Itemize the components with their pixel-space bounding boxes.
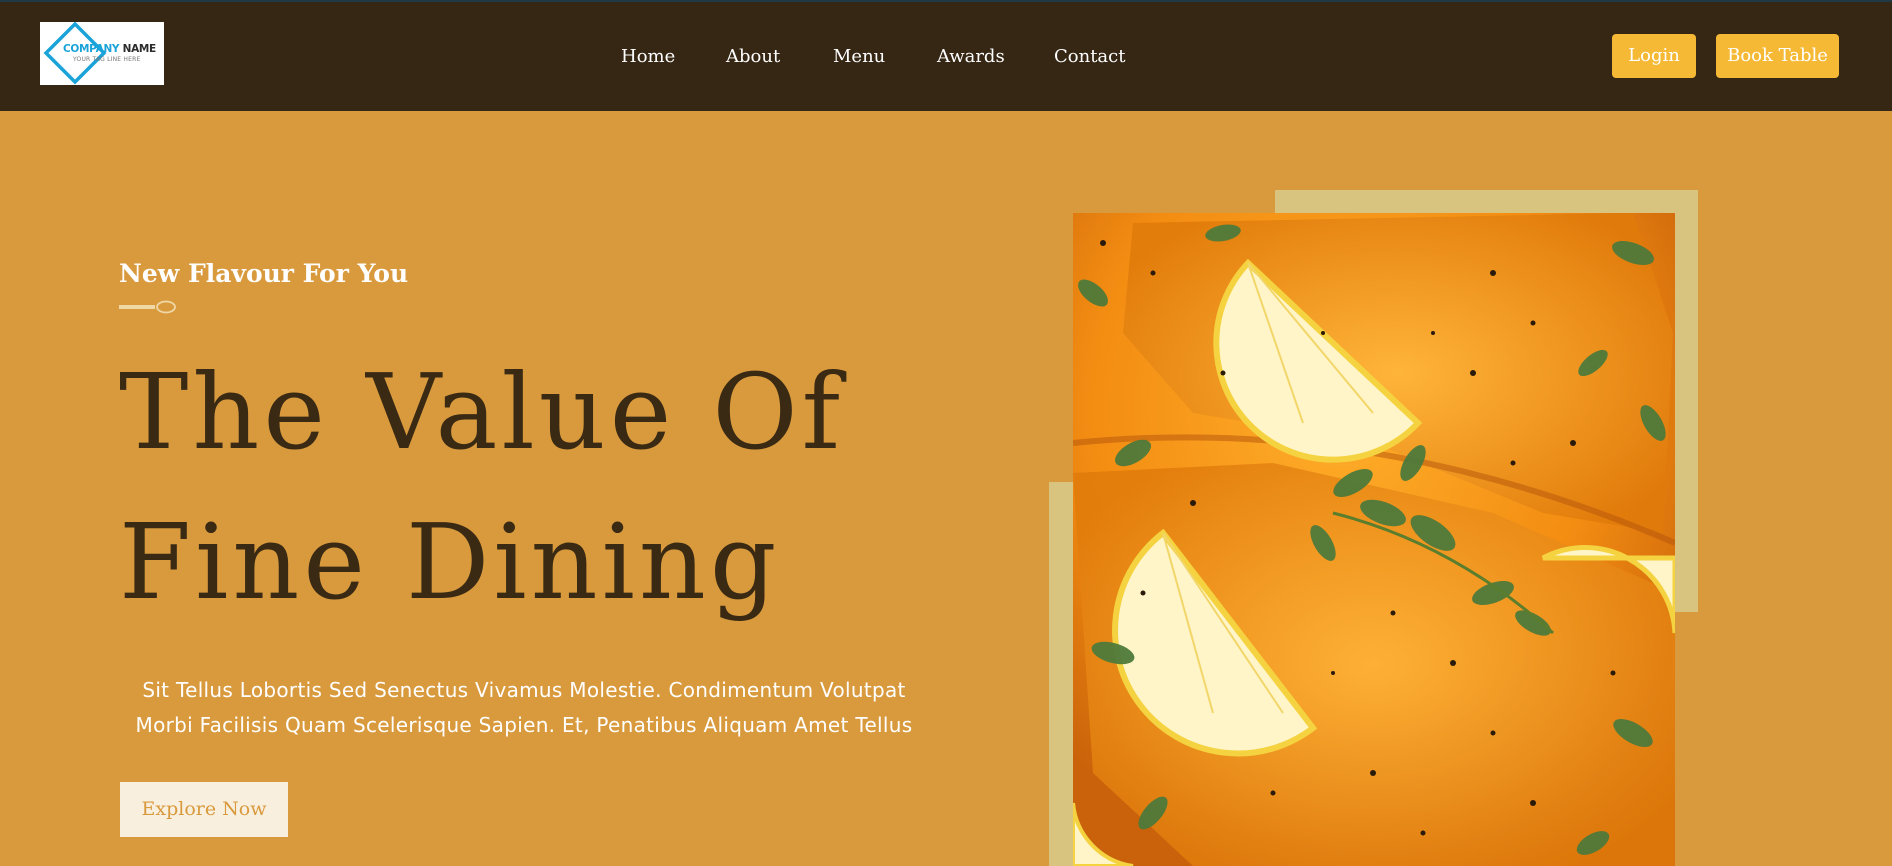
main-nav: Home About Menu Awards Contact <box>0 2 1892 111</box>
book-table-button[interactable]: Book Table <box>1716 34 1839 78</box>
nav-home[interactable]: Home <box>621 46 675 67</box>
nav-contact[interactable]: Contact <box>1054 46 1125 67</box>
hero-description: Sit Tellus Lobortis Sed Senectus Vivamus… <box>135 678 913 737</box>
hero-title-line-2: Fine Dining <box>119 501 781 623</box>
nav-awards[interactable]: Awards <box>937 46 1005 67</box>
site-header: COMPANY NAME YOUR TAG LINE HERE Home Abo… <box>0 2 1892 111</box>
hero-title-line-1: The Value Of <box>119 351 845 473</box>
nav-about[interactable]: About <box>726 46 780 67</box>
hero-subtitle: New Flavour For You <box>119 259 409 288</box>
spoon-divider-icon <box>119 300 176 314</box>
image-side-frame <box>1049 482 1075 866</box>
explore-now-button[interactable]: Explore Now <box>120 782 288 837</box>
login-button[interactable]: Login <box>1612 34 1696 78</box>
nav-menu[interactable]: Menu <box>833 46 885 67</box>
hero-food-image <box>1073 213 1675 866</box>
